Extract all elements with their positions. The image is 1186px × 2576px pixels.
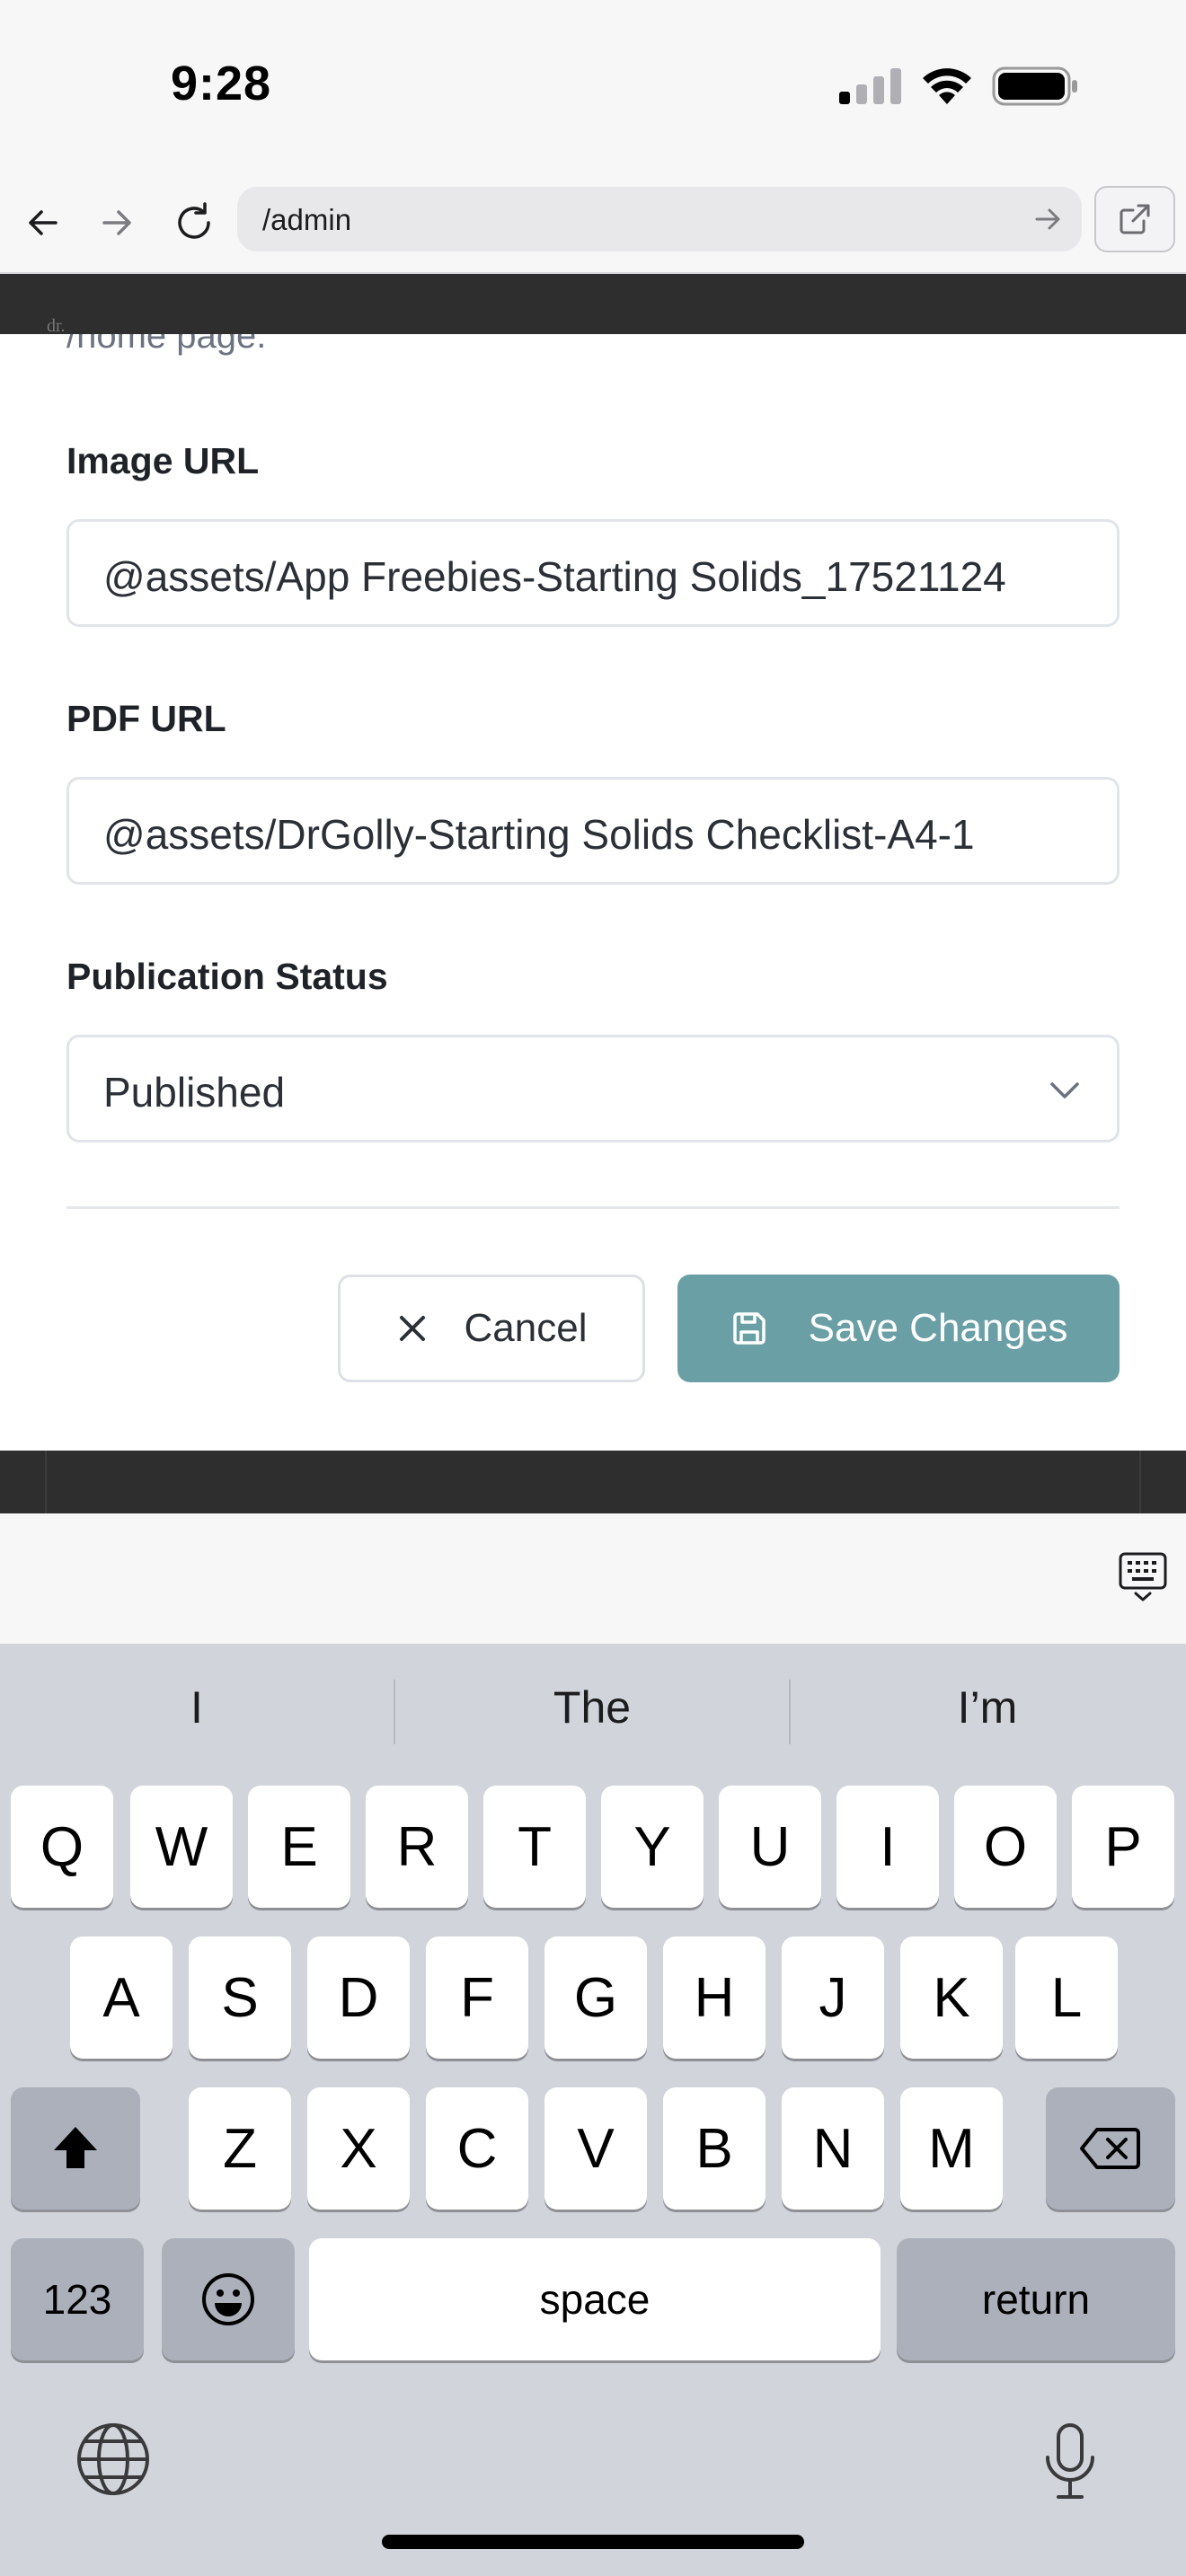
- key-v[interactable]: V: [544, 2087, 647, 2210]
- pdf-url-label: PDF URL: [66, 698, 226, 739]
- key-x[interactable]: X: [307, 2087, 410, 2210]
- key-s[interactable]: S: [189, 1936, 291, 2059]
- wifi-icon: [923, 68, 971, 104]
- browser-toolbar: /admin: [0, 171, 1186, 274]
- key-h[interactable]: H: [663, 1936, 766, 2059]
- key-q[interactable]: Q: [11, 1786, 113, 1908]
- key-f[interactable]: F: [426, 1936, 528, 2059]
- key-g[interactable]: G: [544, 1936, 647, 2059]
- open-external-button[interactable]: [1094, 186, 1175, 252]
- key-l[interactable]: L: [1015, 1936, 1118, 2059]
- image-url-label: Image URL: [66, 440, 260, 481]
- pdf-url-value: @assets/DrGolly-Starting Solids Checklis…: [103, 811, 975, 858]
- pdf-url-input[interactable]: @assets/DrGolly-Starting Solids Checklis…: [66, 777, 1120, 885]
- key-d[interactable]: D: [307, 1936, 410, 2059]
- key-t[interactable]: T: [483, 1786, 586, 1908]
- key-b[interactable]: B: [663, 2087, 766, 2210]
- backspace-icon: [1080, 2128, 1140, 2169]
- forward-button[interactable]: [92, 198, 142, 248]
- close-icon: [399, 1316, 425, 1341]
- suggestion-3[interactable]: I’m: [794, 1676, 1181, 1739]
- home-indicator: [382, 2535, 804, 2549]
- key-i[interactable]: I: [836, 1786, 939, 1908]
- cancel-button[interactable]: Cancel: [338, 1275, 645, 1382]
- arrow-left-icon: [29, 210, 58, 235]
- description-text-clipped: /home page.: [66, 334, 267, 356]
- key-k[interactable]: K: [900, 1936, 1003, 2059]
- publication-status-label: Publication Status: [66, 956, 388, 997]
- key-m[interactable]: M: [900, 2087, 1003, 2210]
- address-bar-text: /admin: [262, 203, 352, 236]
- numbers-key[interactable]: 123: [11, 2238, 144, 2360]
- save-changes-label: Save Changes: [808, 1306, 1068, 1350]
- key-o[interactable]: O: [954, 1786, 1057, 1908]
- reload-button[interactable]: [169, 198, 219, 248]
- image-url-input[interactable]: @assets/App Freebies-Starting Solids_175…: [66, 519, 1120, 627]
- back-button[interactable]: [18, 198, 68, 248]
- key-j[interactable]: J: [782, 1936, 884, 2059]
- cancel-label: Cancel: [464, 1306, 588, 1350]
- external-link-icon: [1120, 204, 1150, 234]
- edit-modal: /home page. Image URL @assets/App Freebi…: [0, 334, 1186, 1451]
- backspace-key[interactable]: [1046, 2087, 1175, 2210]
- arrow-right-icon: [102, 210, 131, 235]
- key-y[interactable]: Y: [601, 1786, 704, 1908]
- on-screen-keyboard: I The I’m Q W E R T Y U I O P A S D F G …: [0, 1644, 1186, 2576]
- key-z[interactable]: Z: [189, 2087, 291, 2210]
- suggestion-1[interactable]: I: [4, 1676, 390, 1739]
- key-r[interactable]: R: [366, 1786, 468, 1908]
- suggestion-separator: [789, 1680, 791, 1744]
- key-p[interactable]: P: [1072, 1786, 1174, 1908]
- space-key[interactable]: space: [309, 2238, 881, 2360]
- reload-icon: [178, 202, 210, 239]
- key-c[interactable]: C: [426, 2087, 528, 2210]
- microphone-icon[interactable]: [1040, 2422, 1100, 2502]
- save-changes-button[interactable]: Save Changes: [677, 1275, 1120, 1382]
- key-n[interactable]: N: [782, 2087, 884, 2210]
- key-w[interactable]: W: [130, 1786, 233, 1908]
- status-time: 9:28: [171, 57, 272, 110]
- key-e[interactable]: E: [248, 1786, 350, 1908]
- save-icon: [732, 1312, 766, 1345]
- suggestion-2[interactable]: The: [399, 1676, 785, 1739]
- emoji-icon: [202, 2273, 254, 2325]
- emoji-key[interactable]: [162, 2238, 295, 2360]
- backdrop-page-frame: [45, 1451, 1141, 1513]
- go-arrow-icon[interactable]: [1030, 201, 1066, 237]
- cellular-signal-icon: [839, 68, 901, 104]
- status-bar: 9:28: [0, 0, 1186, 171]
- publication-status-select[interactable]: Published: [66, 1035, 1120, 1142]
- suggestion-separator: [394, 1680, 395, 1744]
- image-url-value: @assets/App Freebies-Starting Solids_175…: [103, 553, 1006, 600]
- keyboard-accessory-bar: [0, 1513, 1186, 1644]
- shift-icon: [54, 2127, 97, 2168]
- globe-icon[interactable]: [75, 2422, 151, 2497]
- return-key[interactable]: return: [897, 2238, 1175, 2360]
- key-u[interactable]: U: [719, 1786, 821, 1908]
- battery-icon: [992, 66, 1077, 106]
- key-a[interactable]: A: [70, 1936, 173, 2059]
- chevron-down-icon: [1050, 1082, 1079, 1098]
- shift-key[interactable]: [11, 2087, 140, 2210]
- address-bar[interactable]: /admin: [237, 187, 1082, 251]
- modal-divider: [66, 1206, 1120, 1209]
- publication-status-value: Published: [103, 1069, 286, 1116]
- predictive-text-bar: I The I’m: [0, 1644, 1186, 1778]
- keyboard-dismiss-icon[interactable]: [1118, 1551, 1168, 1603]
